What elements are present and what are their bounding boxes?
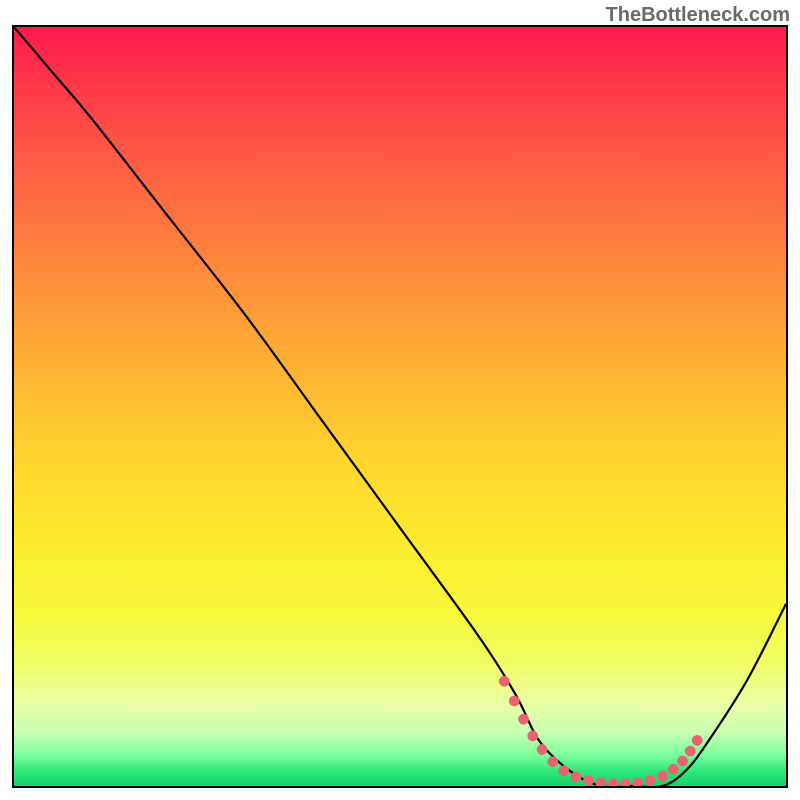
optimal-dot [685, 746, 695, 756]
watermark-text: TheBottleneck.com [606, 4, 790, 27]
optimal-dot [528, 731, 538, 741]
optimal-dot [620, 779, 630, 786]
bottleneck-curve [14, 27, 786, 786]
optimal-dot [633, 778, 643, 786]
optimal-dot [548, 757, 558, 767]
optimal-dot [583, 776, 593, 786]
chart-container [12, 25, 788, 788]
optimal-dot [518, 714, 528, 724]
chart-plot [14, 27, 786, 786]
optimal-dot [571, 772, 581, 782]
optimal-dot [668, 764, 678, 774]
optimal-dot [537, 744, 547, 754]
optimal-dot [499, 676, 509, 686]
optimal-dot [509, 696, 519, 706]
optimal-dot [657, 771, 667, 781]
optimal-dot [608, 779, 618, 786]
optimal-dot [558, 766, 568, 776]
optimal-dot [596, 778, 606, 786]
optimal-dot [677, 756, 687, 766]
optimal-dot [692, 735, 702, 745]
optimal-zone-dots [499, 676, 702, 786]
optimal-dot [645, 776, 655, 786]
